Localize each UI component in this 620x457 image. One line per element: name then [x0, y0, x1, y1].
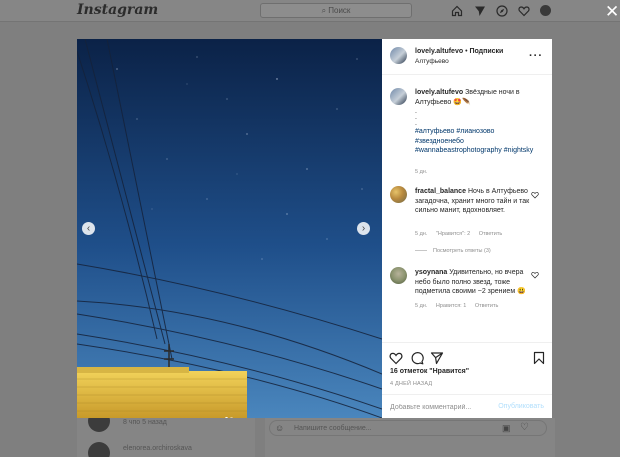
- caption-time: 5 дн.: [415, 169, 428, 175]
- share-direct-icon[interactable]: [430, 351, 444, 365]
- author-username[interactable]: lovely.altufevo: [415, 48, 463, 55]
- post-photo[interactable]: ‹ ›: [77, 39, 382, 418]
- publish-comment-button[interactable]: Опубликовать: [498, 403, 544, 410]
- previous-slide-button[interactable]: ‹: [82, 222, 95, 235]
- view-replies-button[interactable]: Посмотреть ответы (3): [415, 248, 491, 254]
- post-header: lovely.altufevo • Подписки Алтуфьево ···: [382, 39, 552, 75]
- like-heart-icon[interactable]: [389, 351, 403, 365]
- post-location[interactable]: Алтуфьево: [415, 58, 449, 65]
- activity-heart-icon[interactable]: [518, 4, 530, 22]
- night-sky-photo: [77, 39, 382, 418]
- slide-dot-active: [225, 417, 228, 418]
- post-details-panel: lovely.altufevo • Подписки Алтуфьево ···…: [382, 39, 552, 418]
- save-bookmark-icon[interactable]: [532, 351, 546, 365]
- caption-dots: . . .: [415, 108, 417, 127]
- home-icon[interactable]: [451, 4, 463, 22]
- explore-icon[interactable]: [496, 4, 508, 22]
- comment-2-reply-button[interactable]: Ответить: [475, 303, 499, 309]
- post-timestamp: 4 ДНЕЙ НАЗАД: [390, 381, 433, 387]
- caption-author-avatar[interactable]: [390, 88, 407, 105]
- comment-1-like-heart-icon[interactable]: [531, 191, 539, 199]
- follow-separator: •: [465, 48, 468, 55]
- comment-1-reply-button[interactable]: Ответить: [479, 231, 503, 237]
- comment-2-username[interactable]: ysoynana: [415, 269, 447, 276]
- slide-dot: [230, 417, 233, 418]
- emoji-icon[interactable]: ☺: [275, 423, 284, 433]
- add-comment-bar: Опубликовать: [382, 394, 552, 419]
- comment-2-like-heart-icon[interactable]: [531, 271, 539, 279]
- add-comment-input[interactable]: [390, 401, 490, 413]
- search-input[interactable]: ⌕ Поиск: [260, 3, 412, 18]
- comment-1-username[interactable]: fractal_balance: [415, 188, 466, 195]
- next-slide-button[interactable]: ›: [357, 222, 370, 235]
- direct-icon[interactable]: [474, 4, 486, 22]
- feed-username: elenorea.orchiroskava: [123, 445, 192, 452]
- top-nav-bar: Instagram ⌕ Поиск: [0, 0, 620, 22]
- comment-1-meta: 5 дн. "Нравится": 2 Ответить: [415, 231, 509, 237]
- feed-time: 8 чпо 5 назад: [123, 419, 167, 426]
- comment-1-time: 5 дн.: [415, 231, 428, 237]
- feed-avatar-2: [88, 442, 110, 457]
- commenter-avatar-2[interactable]: [390, 267, 407, 284]
- image-icon[interactable]: ▣: [502, 423, 511, 434]
- comment-2-time: 5 дн.: [415, 303, 428, 309]
- comment-2-meta: 5 дн. Нравится: 1 Ответить: [415, 303, 505, 309]
- following-button[interactable]: Подписки: [469, 48, 503, 55]
- comment-bubble-icon[interactable]: [410, 351, 424, 365]
- like-icon[interactable]: ♡: [520, 422, 529, 433]
- background-message-input[interactable]: ☺ Напишите сообщение... ▣ ♡: [269, 420, 547, 436]
- caption: lovely.altufevo Звёздные ночи в Алтуфьев…: [415, 88, 535, 156]
- instagram-logo[interactable]: Instagram: [77, 2, 158, 18]
- caption-username[interactable]: lovely.altufevo: [415, 89, 463, 96]
- comment-2-likes[interactable]: Нравится: 1: [436, 303, 466, 309]
- likes-count[interactable]: 16 отметок "Нравится": [390, 368, 469, 375]
- comment-2: ysoynana Удивительно, но вчера небо было…: [415, 268, 535, 297]
- background-feed-card: 8 чпо 5 назад elenorea.orchiroskava: [77, 410, 255, 457]
- comment-1: fractal_balance Ночь в Алтуфьево загадоч…: [415, 187, 535, 216]
- more-options-icon[interactable]: ···: [529, 50, 543, 62]
- slide-indicator: [225, 407, 233, 418]
- author-avatar[interactable]: [390, 47, 407, 64]
- profile-avatar[interactable]: [540, 5, 551, 16]
- post-actions: 16 отметок "Нравится" 4 ДНЕЙ НАЗАД Опубл…: [382, 342, 552, 420]
- comment-1-likes[interactable]: "Нравится": 2: [436, 231, 470, 237]
- caption-hashtags[interactable]: #алтуфьево #лианозово #звездноенебо #wan…: [415, 127, 535, 156]
- close-modal-icon[interactable]: ✕: [605, 3, 619, 20]
- commenter-avatar-1[interactable]: [390, 186, 407, 203]
